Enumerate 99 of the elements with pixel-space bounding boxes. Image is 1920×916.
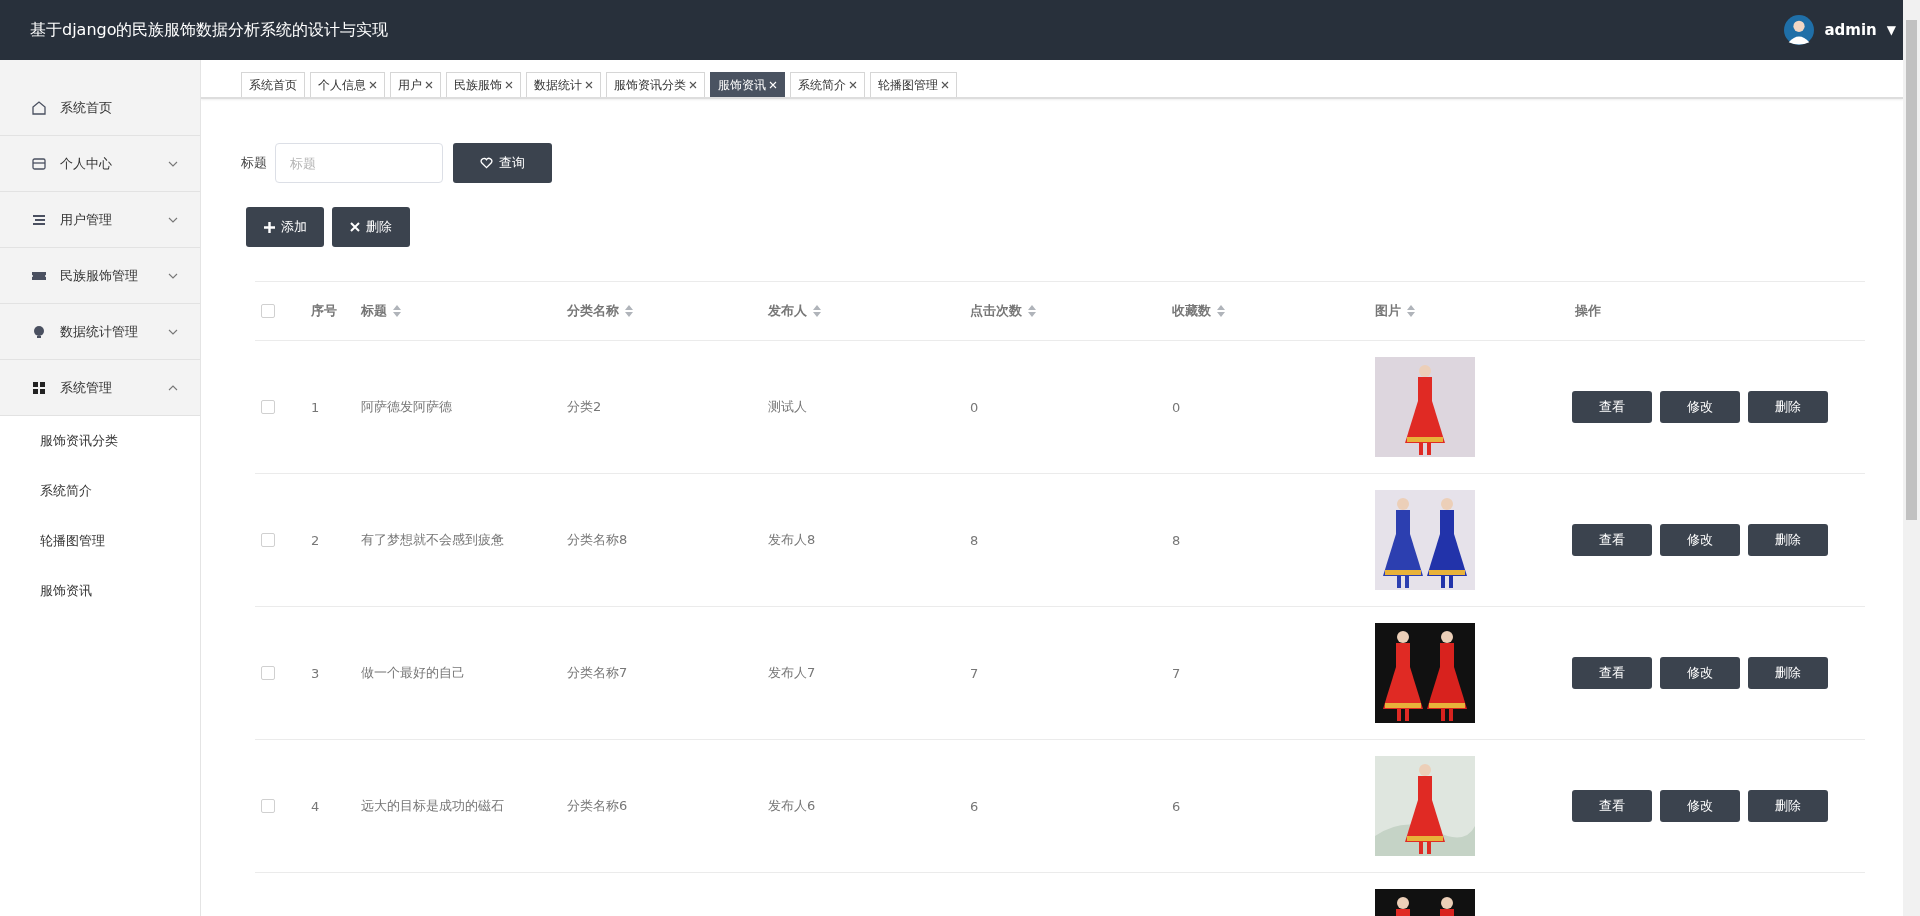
action-button[interactable]: 删除 xyxy=(1748,790,1828,822)
column-header[interactable]: 点击次数 xyxy=(970,302,1022,320)
tab[interactable]: 数据统计 xyxy=(526,72,601,97)
submenu-item[interactable]: 服饰资讯分类 xyxy=(0,416,200,466)
action-button[interactable]: 删除 xyxy=(1748,657,1828,689)
sort-icon[interactable] xyxy=(625,305,633,317)
sort-icon[interactable] xyxy=(1028,305,1036,317)
table-cell: 有了梦想就不会感到疲惫 xyxy=(361,531,504,549)
tab[interactable]: 系统简介 xyxy=(790,72,865,97)
row-checkbox[interactable] xyxy=(261,533,275,547)
search-button[interactable]: 查询 xyxy=(453,143,552,183)
table-cell: 7 xyxy=(970,665,979,681)
table-cell: 远大的目标是成功的磁石 xyxy=(361,797,504,815)
row-checkbox[interactable] xyxy=(261,400,275,414)
table-cell: 发布人8 xyxy=(768,531,816,549)
scrollbar[interactable] xyxy=(1903,0,1920,916)
table-cell: 2 xyxy=(311,532,320,548)
submenu-item[interactable]: 服饰资讯 xyxy=(0,566,200,616)
tab[interactable]: 服饰资讯 xyxy=(710,72,785,97)
delete-button[interactable]: 删除 xyxy=(332,207,410,247)
heart-icon xyxy=(480,157,493,169)
table-cell: 3 xyxy=(311,665,320,681)
close-icon[interactable] xyxy=(425,81,433,89)
close-icon xyxy=(350,222,360,232)
app-title: 基于django的民族服饰数据分析系统的设计与实现 xyxy=(30,19,389,41)
close-icon[interactable] xyxy=(369,81,377,89)
table-cell: 发布人6 xyxy=(768,797,816,815)
plus-icon xyxy=(263,221,275,233)
action-button[interactable]: 删除 xyxy=(1748,524,1828,556)
close-icon[interactable] xyxy=(505,81,513,89)
table-cell: 测试人 xyxy=(768,398,807,416)
table-cell: 8 xyxy=(970,532,979,548)
submenu-item[interactable]: 轮播图管理 xyxy=(0,516,200,566)
close-icon[interactable] xyxy=(585,81,593,89)
table-cell: 4 xyxy=(311,798,320,814)
table-cell: 阿萨德发阿萨德 xyxy=(361,398,452,416)
table-cell: 6 xyxy=(970,798,979,814)
tab[interactable]: 服饰资讯分类 xyxy=(606,72,705,97)
column-header[interactable]: 图片 xyxy=(1375,302,1401,320)
column-header[interactable]: 分类名称 xyxy=(567,302,619,320)
sidebar-item[interactable]: 系统首页 xyxy=(0,60,200,136)
tab[interactable]: 轮播图管理 xyxy=(870,72,957,97)
bulb-icon xyxy=(31,323,47,340)
close-icon[interactable] xyxy=(689,81,697,89)
table-cell: 分类名称8 xyxy=(567,531,628,549)
table-cell: 7 xyxy=(1172,665,1181,681)
close-icon[interactable] xyxy=(941,81,949,89)
sort-icon[interactable] xyxy=(813,305,821,317)
sort-icon[interactable] xyxy=(393,305,401,317)
column-header[interactable]: 序号 xyxy=(311,302,337,320)
title-field[interactable]: 标题 xyxy=(275,143,443,183)
table-cell: 分类名称7 xyxy=(567,664,628,682)
column-header[interactable]: 操作 xyxy=(1575,302,1601,320)
action-button[interactable]: 删除 xyxy=(1748,391,1828,423)
table-cell: 分类2 xyxy=(567,398,602,416)
action-button[interactable]: 查看 xyxy=(1572,524,1652,556)
caret-icon[interactable]: ▼ xyxy=(1886,23,1896,37)
table-cell: 8 xyxy=(1172,532,1181,548)
close-icon[interactable] xyxy=(849,81,857,89)
sort-icon[interactable] xyxy=(1217,305,1225,317)
table-cell: 1 xyxy=(311,399,320,415)
tab[interactable]: 用户 xyxy=(390,72,441,97)
sidebar-item[interactable]: 数据统计管理 xyxy=(0,304,200,360)
sidebar-item[interactable]: 民族服饰管理 xyxy=(0,248,200,304)
sidebar-item[interactable]: 个人中心 xyxy=(0,136,200,192)
action-button[interactable]: 修改 xyxy=(1660,391,1740,423)
table-cell: 分类名称6 xyxy=(567,797,628,815)
tab[interactable]: 个人信息 xyxy=(310,72,385,97)
submenu-item[interactable]: 系统简介 xyxy=(0,466,200,516)
sort-icon[interactable] xyxy=(1407,305,1415,317)
action-button[interactable]: 查看 xyxy=(1572,391,1652,423)
column-header[interactable]: 标题 xyxy=(361,302,387,320)
action-button[interactable]: 修改 xyxy=(1660,657,1740,689)
action-button[interactable]: 查看 xyxy=(1572,657,1652,689)
column-header[interactable]: 发布人 xyxy=(768,302,807,320)
table-cell: 发布人7 xyxy=(768,664,816,682)
table-cell: 0 xyxy=(1172,399,1181,415)
table-cell: 做一个最好的自己 xyxy=(361,664,465,682)
avatar-icon[interactable] xyxy=(1784,15,1815,45)
column-header[interactable]: 收藏数 xyxy=(1172,302,1211,320)
action-button[interactable]: 查看 xyxy=(1572,790,1652,822)
scroll-thumb[interactable] xyxy=(1906,20,1917,520)
tab[interactable]: 民族服饰 xyxy=(446,72,521,97)
row-checkbox[interactable] xyxy=(261,799,275,813)
select-all-checkbox[interactable] xyxy=(261,304,275,318)
table-cell: 6 xyxy=(1172,798,1181,814)
tab[interactable]: 系统首页 xyxy=(241,72,305,97)
card-icon xyxy=(31,155,47,172)
sidebar-item[interactable]: 系统管理 xyxy=(0,360,200,416)
add-button[interactable]: 添加 xyxy=(246,207,324,247)
action-button[interactable]: 修改 xyxy=(1660,790,1740,822)
field-label: 标题 xyxy=(241,154,267,172)
grid-icon xyxy=(31,379,47,396)
action-button[interactable]: 修改 xyxy=(1660,524,1740,556)
row-checkbox[interactable] xyxy=(261,666,275,680)
home-icon xyxy=(31,99,47,116)
user-name[interactable]: admin xyxy=(1824,21,1877,39)
table-cell: 0 xyxy=(970,399,979,415)
sidebar-item[interactable]: 用户管理 xyxy=(0,192,200,248)
